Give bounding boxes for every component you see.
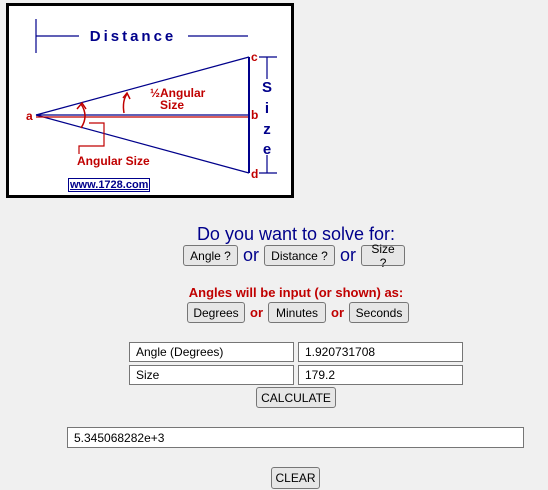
or-label: or (340, 245, 357, 265)
point-d-label: d (251, 167, 258, 181)
line-a-c (35, 56, 250, 116)
angle-unit-options: Degrees or Minutes or Seconds (187, 302, 409, 323)
size-label: Size (262, 79, 272, 158)
or-label: or (331, 305, 344, 320)
website-link[interactable]: www.1728.com (68, 178, 151, 192)
seconds-button[interactable]: Seconds (349, 302, 409, 323)
calculate-button[interactable]: CALCULATE (256, 387, 336, 408)
solve-for-question: Do you want to solve for: (196, 224, 396, 244)
distance-label: Distance (90, 28, 177, 45)
half-angle-label-bottom: Size (160, 98, 184, 112)
result-output[interactable]: 5.345068282e+3 (67, 427, 524, 448)
degrees-button[interactable]: Degrees (187, 302, 245, 323)
size-letter: S (262, 79, 272, 96)
size-value-input[interactable]: 179.2 (298, 365, 463, 385)
solve-distance-button[interactable]: Distance ? (264, 245, 336, 266)
or-label: or (250, 305, 263, 320)
size-letter: e (263, 141, 271, 158)
angle-value-input[interactable]: 1.920731708 (298, 342, 463, 362)
point-a-label: a (26, 109, 33, 123)
diagram-graphic: Distance Size a b c d ½Angular Size Angu… (26, 19, 277, 181)
solve-for-options: Angle ? or Distance ? or Size ? (183, 242, 406, 270)
angle-label-field: Angle (Degrees) (129, 342, 294, 362)
point-c-label: c (251, 50, 258, 64)
size-label-field: Size (129, 365, 294, 385)
angular-size-label: Angular Size (77, 154, 150, 168)
angular-size-diagram: Distance Size a b c d ½Angular Size Angu… (6, 3, 294, 198)
clear-button[interactable]: CLEAR (271, 467, 320, 489)
angle-unit-label: Angles will be input (or shown) as: (188, 285, 404, 300)
size-letter: z (263, 121, 271, 138)
point-b-label: b (251, 108, 258, 122)
size-letter: i (265, 100, 269, 117)
solve-size-button[interactable]: Size ? (361, 242, 406, 270)
solve-angle-button[interactable]: Angle ? (183, 245, 238, 266)
or-label: or (243, 245, 260, 265)
minutes-button[interactable]: Minutes (268, 302, 326, 323)
